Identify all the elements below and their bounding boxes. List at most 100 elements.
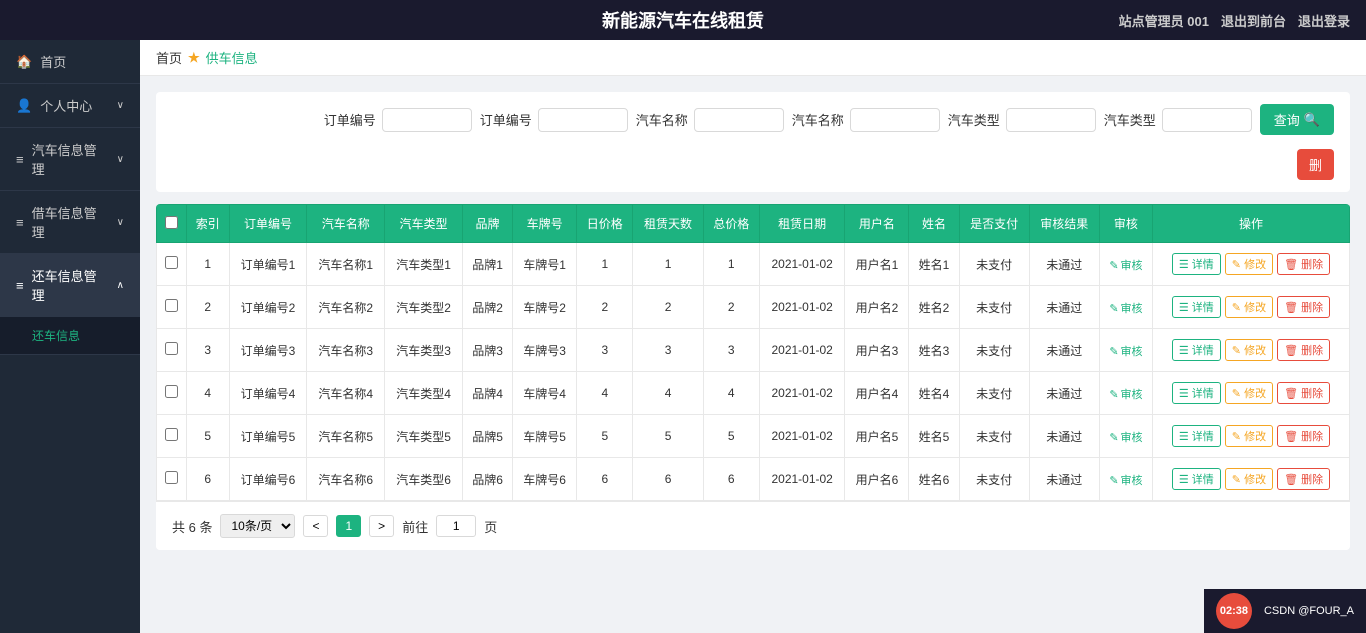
row-checkbox-5[interactable] xyxy=(165,471,178,484)
td-rent-date-2: 2021-01-02 xyxy=(759,329,845,372)
row-checkbox-0[interactable] xyxy=(165,256,178,269)
filter-bar: 订单编号 订单编号 汽车名称 汽车名称 xyxy=(156,92,1350,192)
row-checkbox-4[interactable] xyxy=(165,428,178,441)
filter-input-car-type[interactable] xyxy=(1006,108,1096,132)
td-is-paid-2: 未支付 xyxy=(959,329,1029,372)
breadcrumb-home[interactable]: 首页 xyxy=(156,48,182,67)
total-count: 共 6 条 xyxy=(172,517,212,536)
breadcrumb-separator: ★ xyxy=(188,50,200,66)
sidebar-subitem-return-detail-label: 还车信息 xyxy=(32,329,80,343)
td-plate-5: 车牌号6 xyxy=(513,458,577,501)
delete-row-btn-5[interactable]: 🗑 删除 xyxy=(1277,468,1330,490)
td-audit-result-0: 未通过 xyxy=(1029,243,1099,286)
menu-icon-2: ≡ xyxy=(16,215,24,230)
td-audit-4: ✎ 审核 xyxy=(1099,415,1152,458)
row-checkbox-3[interactable] xyxy=(165,385,178,398)
detail-btn-5[interactable]: ☰ 详情 xyxy=(1172,468,1221,490)
audit-btn-2[interactable]: ✎ 审核 xyxy=(1109,343,1142,359)
td-brand-5: 品牌6 xyxy=(462,458,512,501)
filter-input-car-name2[interactable] xyxy=(850,108,940,132)
filter-input-order-no[interactable] xyxy=(382,108,472,132)
sidebar-subitem-return-detail[interactable]: 还车信息 xyxy=(0,317,140,355)
sidebar-item-borrow-info[interactable]: ≡ 借车信息管理 ∨ xyxy=(0,191,140,254)
delete-button[interactable]: 删 xyxy=(1297,149,1334,180)
audit-btn-4[interactable]: ✎ 审核 xyxy=(1109,429,1142,445)
td-is-paid-3: 未支付 xyxy=(959,372,1029,415)
td-plate-0: 车牌号1 xyxy=(513,243,577,286)
edit-btn-3[interactable]: ✎ 修改 xyxy=(1225,382,1273,404)
delete-row-btn-1[interactable]: 🗑 删除 xyxy=(1277,296,1330,318)
delete-row-btn-3[interactable]: 🗑 删除 xyxy=(1277,382,1330,404)
person-icon: 👤 xyxy=(16,98,32,114)
detail-btn-2[interactable]: ☰ 详情 xyxy=(1172,339,1221,361)
page-size-select[interactable]: 10条/页 20条/页 50条/页 xyxy=(220,514,295,538)
th-rent-days: 租赁天数 xyxy=(633,205,703,243)
delete-row-btn-0[interactable]: 🗑 删除 xyxy=(1277,253,1330,275)
td-total-price-2: 3 xyxy=(703,329,759,372)
main-layout: 🏠 首页 👤 个人中心 ∨ ≡ 汽车信息管理 ∨ ≡ 借车信息管理 ∨ ≡ 还车… xyxy=(0,40,1366,633)
page-1-btn[interactable]: 1 xyxy=(336,515,361,537)
edit-btn-1[interactable]: ✎ 修改 xyxy=(1225,296,1273,318)
data-table: 索引 订单编号 汽车名称 汽车类型 品牌 车牌号 日价格 租赁天数 总价格 租赁… xyxy=(156,204,1350,501)
filter-input-car-name[interactable] xyxy=(694,108,784,132)
select-all-checkbox[interactable] xyxy=(165,216,178,229)
td-daily-price-1: 2 xyxy=(577,286,633,329)
filter-group-car-name: 汽车名称 xyxy=(636,108,784,132)
td-car-name-1: 汽车名称2 xyxy=(307,286,385,329)
td-username-4: 用户名5 xyxy=(845,415,909,458)
audit-result-text-4: 未通过 xyxy=(1046,430,1082,444)
filter-group-order-no: 订单编号 xyxy=(324,108,472,132)
delete-row-btn-4[interactable]: 🗑 删除 xyxy=(1277,425,1330,447)
goto-input[interactable] xyxy=(436,515,476,537)
detail-btn-0[interactable]: ☰ 详情 xyxy=(1172,253,1221,275)
edit-btn-0[interactable]: ✎ 修改 xyxy=(1225,253,1273,275)
td-total-price-3: 4 xyxy=(703,372,759,415)
search-btn-label: 查询 xyxy=(1274,110,1300,129)
td-actions-4: ☰ 详情 ✎ 修改 🗑 删除 xyxy=(1153,415,1350,458)
sidebar-item-personal[interactable]: 👤 个人中心 ∨ xyxy=(0,84,140,128)
td-actions-5: ☰ 详情 ✎ 修改 🗑 删除 xyxy=(1153,458,1350,501)
filter-input-order-no2[interactable] xyxy=(538,108,628,132)
search-button[interactable]: 查询 🔍 xyxy=(1260,104,1334,135)
audit-btn-1[interactable]: ✎ 审核 xyxy=(1109,300,1142,316)
row-checkbox-1[interactable] xyxy=(165,299,178,312)
td-is-paid-1: 未支付 xyxy=(959,286,1029,329)
detail-btn-3[interactable]: ☰ 详情 xyxy=(1172,382,1221,404)
sidebar-item-return-info[interactable]: ≡ 还车信息管理 ∧ xyxy=(0,254,140,317)
filter-input-car-type2[interactable] xyxy=(1162,108,1252,132)
td-order-no-3: 订单编号4 xyxy=(229,372,307,415)
sidebar-item-car-info[interactable]: ≡ 汽车信息管理 ∨ xyxy=(0,128,140,191)
audit-btn-0[interactable]: ✎ 审核 xyxy=(1109,257,1142,273)
prev-page-btn[interactable]: < xyxy=(303,515,328,537)
th-plate: 车牌号 xyxy=(513,205,577,243)
back-to-front-btn[interactable]: 退出到前台 xyxy=(1221,11,1286,30)
delete-row-btn-2[interactable]: 🗑 删除 xyxy=(1277,339,1330,361)
td-realname-3: 姓名4 xyxy=(909,372,959,415)
audit-icon-1: ✎ xyxy=(1109,302,1118,315)
row-checkbox-2[interactable] xyxy=(165,342,178,355)
td-rent-date-5: 2021-01-02 xyxy=(759,458,845,501)
td-brand-4: 品牌5 xyxy=(462,415,512,458)
td-car-type-3: 汽车类型4 xyxy=(385,372,463,415)
detail-btn-1[interactable]: ☰ 详情 xyxy=(1172,296,1221,318)
table-row: 3 订单编号3 汽车名称3 汽车类型3 品牌3 车牌号3 3 3 3 2021-… xyxy=(157,329,1350,372)
audit-label-4: 审核 xyxy=(1121,429,1143,445)
detail-btn-4[interactable]: ☰ 详情 xyxy=(1172,425,1221,447)
td-car-name-0: 汽车名称1 xyxy=(307,243,385,286)
next-page-btn[interactable]: > xyxy=(369,515,394,537)
bottom-bar: 02:38 CSDN @FOUR_A xyxy=(1204,589,1366,633)
logout-btn[interactable]: 退出登录 xyxy=(1298,11,1350,30)
sidebar-item-home[interactable]: 🏠 首页 xyxy=(0,40,140,84)
home-icon: 🏠 xyxy=(16,54,32,70)
td-car-name-4: 汽车名称5 xyxy=(307,415,385,458)
edit-btn-2[interactable]: ✎ 修改 xyxy=(1225,339,1273,361)
audit-btn-3[interactable]: ✎ 审核 xyxy=(1109,386,1142,402)
edit-btn-5[interactable]: ✎ 修改 xyxy=(1225,468,1273,490)
td-is-paid-0: 未支付 xyxy=(959,243,1029,286)
audit-btn-5[interactable]: ✎ 审核 xyxy=(1109,472,1142,488)
table-row: 6 订单编号6 汽车名称6 汽车类型6 品牌6 车牌号6 6 6 6 2021-… xyxy=(157,458,1350,501)
td-order-no-2: 订单编号3 xyxy=(229,329,307,372)
th-car-type: 汽车类型 xyxy=(385,205,463,243)
audit-result-text-5: 未通过 xyxy=(1046,473,1082,487)
edit-btn-4[interactable]: ✎ 修改 xyxy=(1225,425,1273,447)
